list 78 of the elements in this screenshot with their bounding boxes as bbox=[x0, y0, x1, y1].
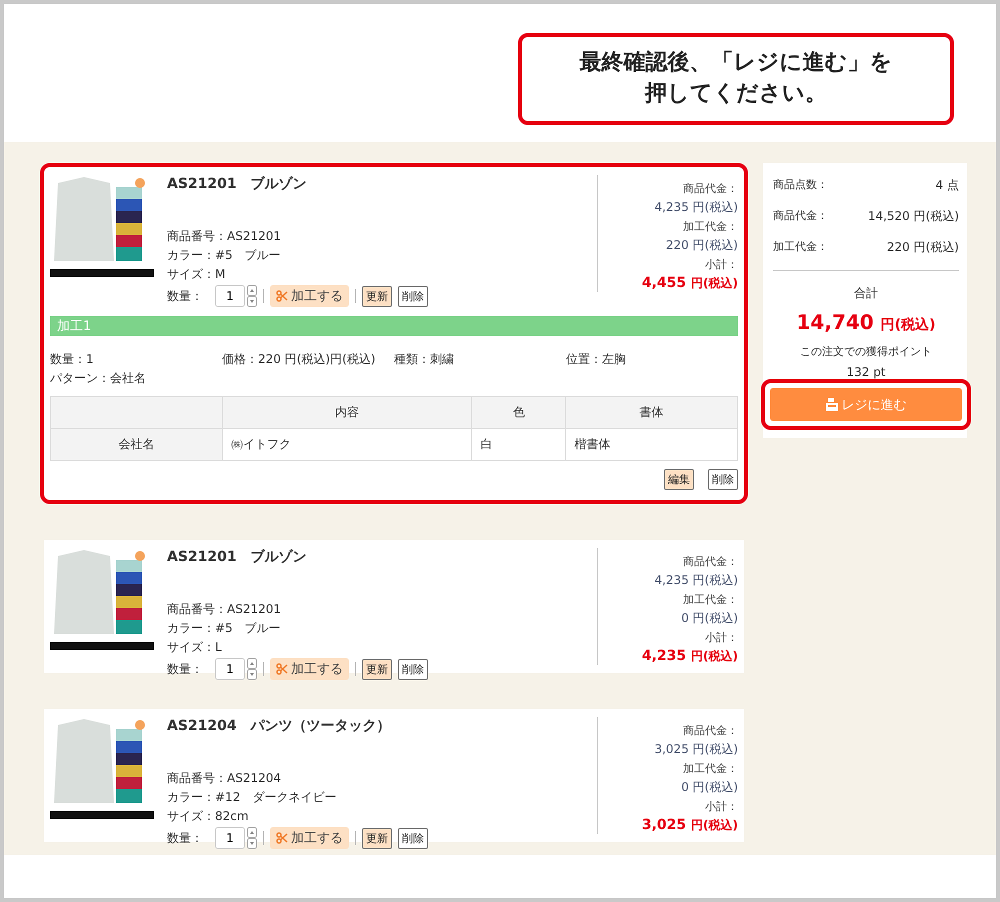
spinner-icon[interactable] bbox=[247, 285, 257, 307]
subtotal-value: 4,235 円(税込) bbox=[642, 648, 738, 665]
summary-value: 4 点 bbox=[936, 177, 959, 194]
column-header: 色 bbox=[472, 396, 566, 428]
processing-value: 0 円(税込) bbox=[681, 779, 738, 796]
column-header: 内容 bbox=[222, 396, 472, 428]
summary-label: 商品代金： bbox=[773, 208, 828, 223]
processing-label: 加工代金： bbox=[683, 592, 738, 607]
subtotal-label: 小計： bbox=[705, 257, 738, 272]
process-heading: 加工1 bbox=[50, 316, 738, 336]
process-button[interactable]: 加工する bbox=[270, 827, 349, 849]
process-button[interactable]: 加工する bbox=[270, 285, 349, 307]
price-value: 4,235 円(税込) bbox=[654, 572, 738, 589]
scissors-icon bbox=[276, 290, 288, 302]
summary-label: 加工代金： bbox=[773, 239, 828, 254]
product-title: AS21201 ブルゾン bbox=[167, 548, 308, 566]
row-header: 会社名 bbox=[50, 428, 222, 460]
delete-button[interactable]: 削除 bbox=[398, 658, 428, 680]
spinner-icon[interactable] bbox=[247, 658, 257, 680]
product-color: カラー：#5 ブルー bbox=[167, 247, 282, 264]
process-quantity: 数量：1 bbox=[50, 351, 95, 368]
process-button[interactable]: 加工する bbox=[270, 658, 349, 680]
spinner-icon[interactable] bbox=[247, 827, 257, 849]
table-cell: 楷書体 bbox=[566, 428, 738, 460]
quantity-label: 数量： bbox=[167, 660, 203, 678]
product-title: AS21201 ブルゾン bbox=[167, 175, 308, 193]
process-position: 位置：左胸 bbox=[566, 351, 627, 368]
product-color: カラー：#5 ブルー bbox=[167, 620, 282, 637]
product-size: サイズ：M bbox=[167, 266, 226, 283]
delete-button[interactable]: 削除 bbox=[398, 286, 428, 306]
total-label: 合計 bbox=[853, 285, 879, 302]
subtotal-value: 4,455 円(税込) bbox=[642, 275, 738, 292]
summary-label: 商品点数： bbox=[773, 177, 828, 192]
total-value: 14,740 円(税込) bbox=[796, 310, 936, 334]
product-code: 商品番号：AS21201 bbox=[167, 601, 282, 618]
scissors-icon bbox=[276, 663, 288, 675]
product-title: AS21204 パンツ（ツータック） bbox=[167, 717, 392, 735]
price-label: 商品代金： bbox=[683, 723, 738, 738]
price-value: 3,025 円(税込) bbox=[654, 741, 738, 758]
subtotal-label: 小計： bbox=[705, 630, 738, 645]
update-button[interactable]: 更新 bbox=[362, 286, 392, 306]
product-size: サイズ：82cm bbox=[167, 808, 250, 825]
delete-button[interactable]: 削除 bbox=[708, 469, 738, 490]
product-code: 商品番号：AS21204 bbox=[167, 770, 282, 787]
price-label: 商品代金： bbox=[683, 181, 738, 196]
points-value: 132 pt bbox=[845, 365, 887, 379]
quantity-field[interactable]: 1 bbox=[215, 658, 245, 680]
product-color: カラー：#12 ダークネイビー bbox=[167, 789, 338, 806]
subtotal-value: 3,025 円(税込) bbox=[642, 817, 738, 834]
process-price: 価格：220 円(税込)円(税込) bbox=[222, 351, 376, 368]
instruction-callout: 最終確認後、「レジに進む」を押してください。 bbox=[518, 33, 954, 125]
points-label: この注文での獲得ポイント bbox=[799, 344, 933, 359]
quantity-field[interactable]: 1 bbox=[215, 285, 245, 307]
quantity-field[interactable]: 1 bbox=[215, 827, 245, 849]
quantity-label: 数量： bbox=[167, 830, 203, 846]
scissors-icon bbox=[276, 832, 288, 844]
update-button[interactable]: 更新 bbox=[362, 658, 392, 680]
processing-value: 220 円(税込) bbox=[666, 237, 738, 254]
delete-button[interactable]: 削除 bbox=[398, 828, 428, 848]
processing-value: 0 円(税込) bbox=[681, 610, 738, 627]
update-button[interactable]: 更新 bbox=[362, 828, 392, 848]
summary-value: 14,520 円(税込) bbox=[868, 208, 959, 225]
subtotal-label: 小計： bbox=[705, 799, 738, 814]
process-type: 種類：刺繍 bbox=[394, 351, 455, 368]
product-size: サイズ：L bbox=[167, 639, 223, 656]
table-cell: 白 bbox=[472, 428, 566, 460]
table-cell: ㈱イトフク bbox=[222, 428, 472, 460]
quantity-label: 数量： bbox=[167, 288, 203, 304]
processing-label: 加工代金： bbox=[683, 761, 738, 776]
edit-button[interactable]: 編集 bbox=[664, 469, 694, 490]
product-code: 商品番号：AS21201 bbox=[167, 228, 282, 245]
process-pattern: パターン：会社名 bbox=[50, 370, 147, 387]
register-icon bbox=[826, 398, 838, 411]
column-header: 書体 bbox=[566, 396, 738, 428]
price-label: 商品代金： bbox=[683, 554, 738, 569]
price-value: 4,235 円(税込) bbox=[654, 199, 738, 216]
summary-value: 220 円(税込) bbox=[886, 239, 959, 256]
processing-label: 加工代金： bbox=[683, 219, 738, 234]
